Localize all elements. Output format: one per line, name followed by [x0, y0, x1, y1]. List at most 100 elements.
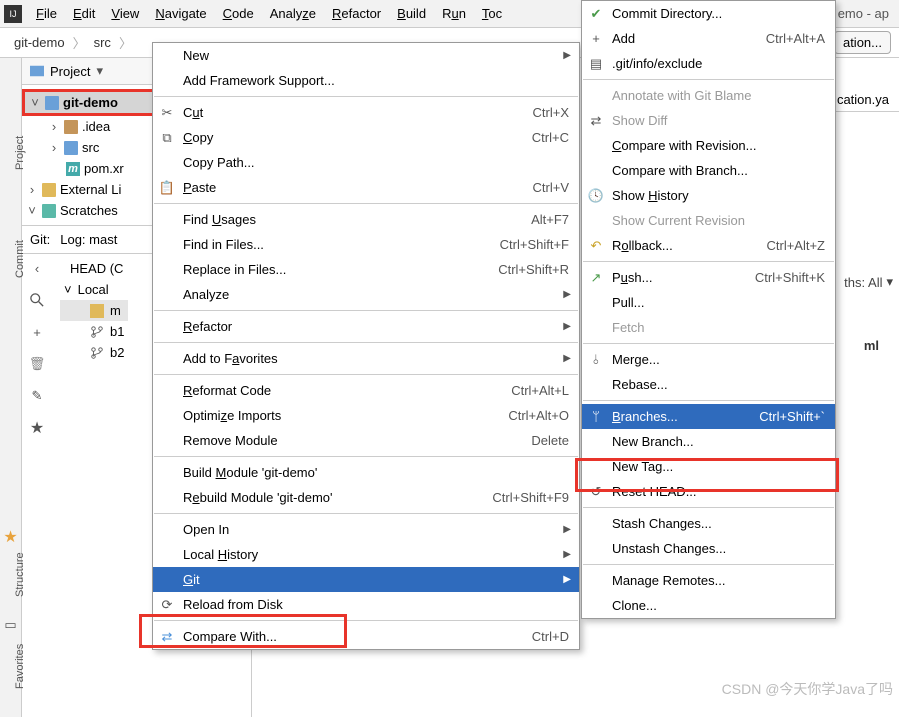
- ctx-find-usages[interactable]: Find UsagesAlt+F7: [153, 207, 579, 232]
- ctx-exclude[interactable]: ▤.git/info/exclude: [582, 51, 835, 76]
- context-menu-git: ✔Commit Directory... +AddCtrl+Alt+A ▤.gi…: [581, 0, 836, 619]
- menu-run[interactable]: Run: [434, 2, 474, 25]
- branch-icon: ᛘ: [588, 409, 604, 425]
- git-head[interactable]: HEAD (C: [60, 258, 128, 279]
- git-branch-b1[interactable]: b1: [60, 321, 128, 342]
- clock-icon: 🕓: [588, 188, 604, 204]
- ctx-favorites[interactable]: Add to Favorites▶: [153, 346, 579, 371]
- menu-build[interactable]: Build: [389, 2, 434, 25]
- ctx-optimize-imports[interactable]: Optimize ImportsCtrl+Alt+O: [153, 403, 579, 428]
- layout-icon[interactable]: ▭: [0, 617, 21, 633]
- tab-structure[interactable]: Structure: [14, 552, 26, 597]
- add-icon[interactable]: +: [29, 324, 45, 340]
- scratch-icon: [42, 204, 56, 218]
- ctx-git[interactable]: Git▶: [153, 567, 579, 592]
- expand-icon[interactable]: ›: [48, 119, 60, 134]
- ctx-pull[interactable]: Pull...: [582, 290, 835, 315]
- ctx-analyze[interactable]: Analyze▶: [153, 282, 579, 307]
- merge-icon: ⫰: [588, 352, 604, 368]
- ctx-remotes[interactable]: Manage Remotes...: [582, 568, 835, 593]
- ctx-new-branch[interactable]: New Branch...: [582, 429, 835, 454]
- push-icon: ↗: [588, 270, 604, 286]
- pencil-icon[interactable]: ✎: [29, 388, 45, 404]
- ctx-cut[interactable]: ✂CutCtrl+X: [153, 100, 579, 125]
- expand-icon[interactable]: ›: [48, 140, 60, 155]
- ctx-rebuild-module[interactable]: Rebuild Module 'git-demo'Ctrl+Shift+F9: [153, 485, 579, 510]
- ctx-reload[interactable]: ⟳Reload from Disk: [153, 592, 579, 617]
- ctx-refactor[interactable]: Refactor▶: [153, 314, 579, 339]
- menu-view[interactable]: View: [103, 2, 147, 25]
- star-icon[interactable]: ★: [29, 420, 45, 436]
- ctx-annotate: Annotate with Git Blame: [582, 83, 835, 108]
- branch-label: b1: [110, 324, 124, 339]
- breadcrumb-sep: 〉: [71, 33, 88, 52]
- ctx-compare-branch[interactable]: Compare with Branch...: [582, 158, 835, 183]
- tab-commit[interactable]: Commit: [14, 240, 26, 278]
- git-branch-list: HEAD (C ˅Local m b1 b2: [52, 254, 136, 436]
- ctx-rebase[interactable]: Rebase...: [582, 372, 835, 397]
- submenu-arrow-icon: ▶: [563, 289, 571, 300]
- menu-refactor[interactable]: Refactor: [324, 2, 389, 25]
- paths-filter[interactable]: ths: All▾: [844, 274, 893, 290]
- git-branch-b2[interactable]: b2: [60, 342, 128, 363]
- git-log-label[interactable]: Log: mast: [60, 232, 117, 247]
- ctx-new[interactable]: New▶: [153, 43, 579, 68]
- separator: [154, 342, 578, 343]
- menu-file[interactable]: File: [28, 2, 65, 25]
- copy-icon: ⧉: [159, 130, 175, 146]
- ctx-push[interactable]: ↗Push...Ctrl+Shift+K: [582, 265, 835, 290]
- ctx-stash[interactable]: Stash Changes...: [582, 511, 835, 536]
- ctx-remove-module[interactable]: Remove ModuleDelete: [153, 428, 579, 453]
- ctx-new-tag[interactable]: New Tag...: [582, 454, 835, 479]
- git-toolbar: ‹ + 🗑 ✎ ★: [22, 254, 52, 436]
- delete-icon[interactable]: 🗑: [29, 356, 45, 372]
- local-label: Local: [78, 282, 109, 297]
- git-branch-m[interactable]: m: [60, 300, 128, 321]
- breadcrumb-root[interactable]: git-demo: [8, 33, 71, 52]
- tab-label: cation.ya: [837, 92, 889, 107]
- ctx-merge[interactable]: ⫰Merge...: [582, 347, 835, 372]
- ctx-branches[interactable]: ᛘBranches...Ctrl+Shift+`: [582, 404, 835, 429]
- ctx-paste[interactable]: 📋PasteCtrl+V: [153, 175, 579, 200]
- tree-label: git-demo: [63, 95, 118, 110]
- ctx-commit-dir[interactable]: ✔Commit Directory...: [582, 1, 835, 26]
- ctx-rollback[interactable]: ↶Rollback...Ctrl+Alt+Z: [582, 233, 835, 258]
- menu-analyze[interactable]: Analyze: [262, 2, 324, 25]
- ctx-reset-head[interactable]: ↺Reset HEAD...: [582, 479, 835, 504]
- favorite-icon[interactable]: ★: [0, 527, 21, 547]
- ctx-open-in[interactable]: Open In▶: [153, 517, 579, 542]
- ctx-build-module[interactable]: Build Module 'git-demo': [153, 460, 579, 485]
- window-title-fragment: emo - ap: [838, 6, 895, 21]
- separator: [154, 96, 578, 97]
- tab-favorites[interactable]: Favorites: [14, 644, 26, 689]
- ctx-show-history[interactable]: 🕓Show History: [582, 183, 835, 208]
- module-folder-icon: [45, 96, 59, 110]
- ctx-add[interactable]: +AddCtrl+Alt+A: [582, 26, 835, 51]
- back-icon[interactable]: ‹: [29, 260, 45, 276]
- separator: [154, 620, 578, 621]
- menu-tools[interactable]: Toc: [474, 2, 510, 25]
- ctx-clone[interactable]: Clone...: [582, 593, 835, 618]
- ctx-replace-in-files[interactable]: Replace in Files...Ctrl+Shift+R: [153, 257, 579, 282]
- ctx-framework[interactable]: Add Framework Support...: [153, 68, 579, 93]
- ctx-local-history[interactable]: Local History▶: [153, 542, 579, 567]
- run-config-button[interactable]: ation...: [834, 31, 891, 54]
- ctx-compare-revision[interactable]: Compare with Revision...: [582, 133, 835, 158]
- expand-icon[interactable]: ˅: [26, 203, 38, 218]
- menu-edit[interactable]: Edit: [65, 2, 103, 25]
- ctx-reformat[interactable]: Reformat CodeCtrl+Alt+L: [153, 378, 579, 403]
- search-icon[interactable]: [29, 292, 45, 308]
- expand-icon[interactable]: ›: [26, 182, 38, 197]
- breadcrumb-src[interactable]: src: [88, 33, 117, 52]
- git-local[interactable]: ˅Local: [60, 279, 128, 300]
- tab-project[interactable]: Project: [14, 136, 26, 170]
- editor-tab-application[interactable]: cation.ya: [827, 88, 899, 112]
- ctx-copy-path[interactable]: Copy Path...: [153, 150, 579, 175]
- ctx-find-in-files[interactable]: Find in Files...Ctrl+Shift+F: [153, 232, 579, 257]
- menu-code[interactable]: Code: [215, 2, 262, 25]
- expand-icon[interactable]: ˅: [29, 95, 41, 110]
- menu-navigate[interactable]: Navigate: [147, 2, 214, 25]
- ctx-copy[interactable]: ⧉CopyCtrl+C: [153, 125, 579, 150]
- ctx-unstash[interactable]: Unstash Changes...: [582, 536, 835, 561]
- ctx-compare-with[interactable]: ⇄Compare With...Ctrl+D: [153, 624, 579, 649]
